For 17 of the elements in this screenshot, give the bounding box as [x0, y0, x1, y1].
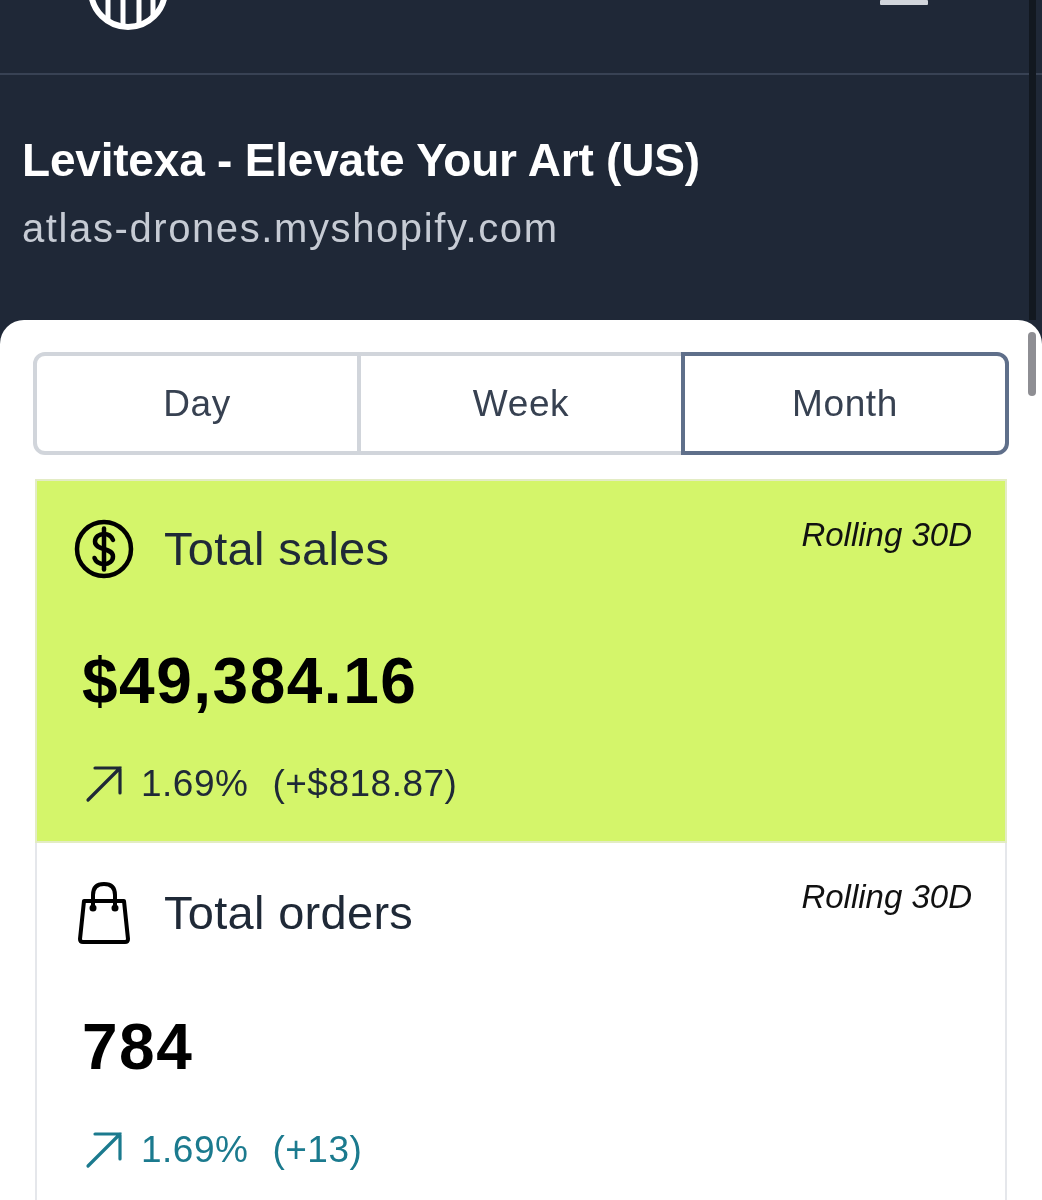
metric-value: $49,384.16 — [82, 644, 419, 719]
metric-title: Total sales — [164, 520, 390, 577]
scrollbar-thumb[interactable] — [1029, 0, 1036, 320]
logo-icon[interactable] — [88, 0, 168, 30]
metric-value: 784 — [82, 1010, 195, 1086]
period-tab[interactable]: Month — [681, 352, 1009, 455]
metric-title: Total orders — [164, 885, 414, 941]
change-amount: (+$818.87) — [272, 761, 458, 806]
store-domain: atlas-drones.myshopify.com — [22, 205, 560, 253]
change-percent: 1.69% — [141, 1128, 249, 1172]
time-window-label: Rolling 30D — [801, 877, 972, 917]
scrollbar-thumb[interactable] — [1028, 332, 1036, 396]
time-window-label: Rolling 30D — [801, 515, 972, 555]
dollar-icon — [74, 519, 134, 579]
change-amount: (+13) — [272, 1128, 363, 1172]
store-name: Levitexa - Elevate Your Art (US) — [22, 133, 701, 188]
change-percent: 1.69% — [141, 761, 249, 806]
